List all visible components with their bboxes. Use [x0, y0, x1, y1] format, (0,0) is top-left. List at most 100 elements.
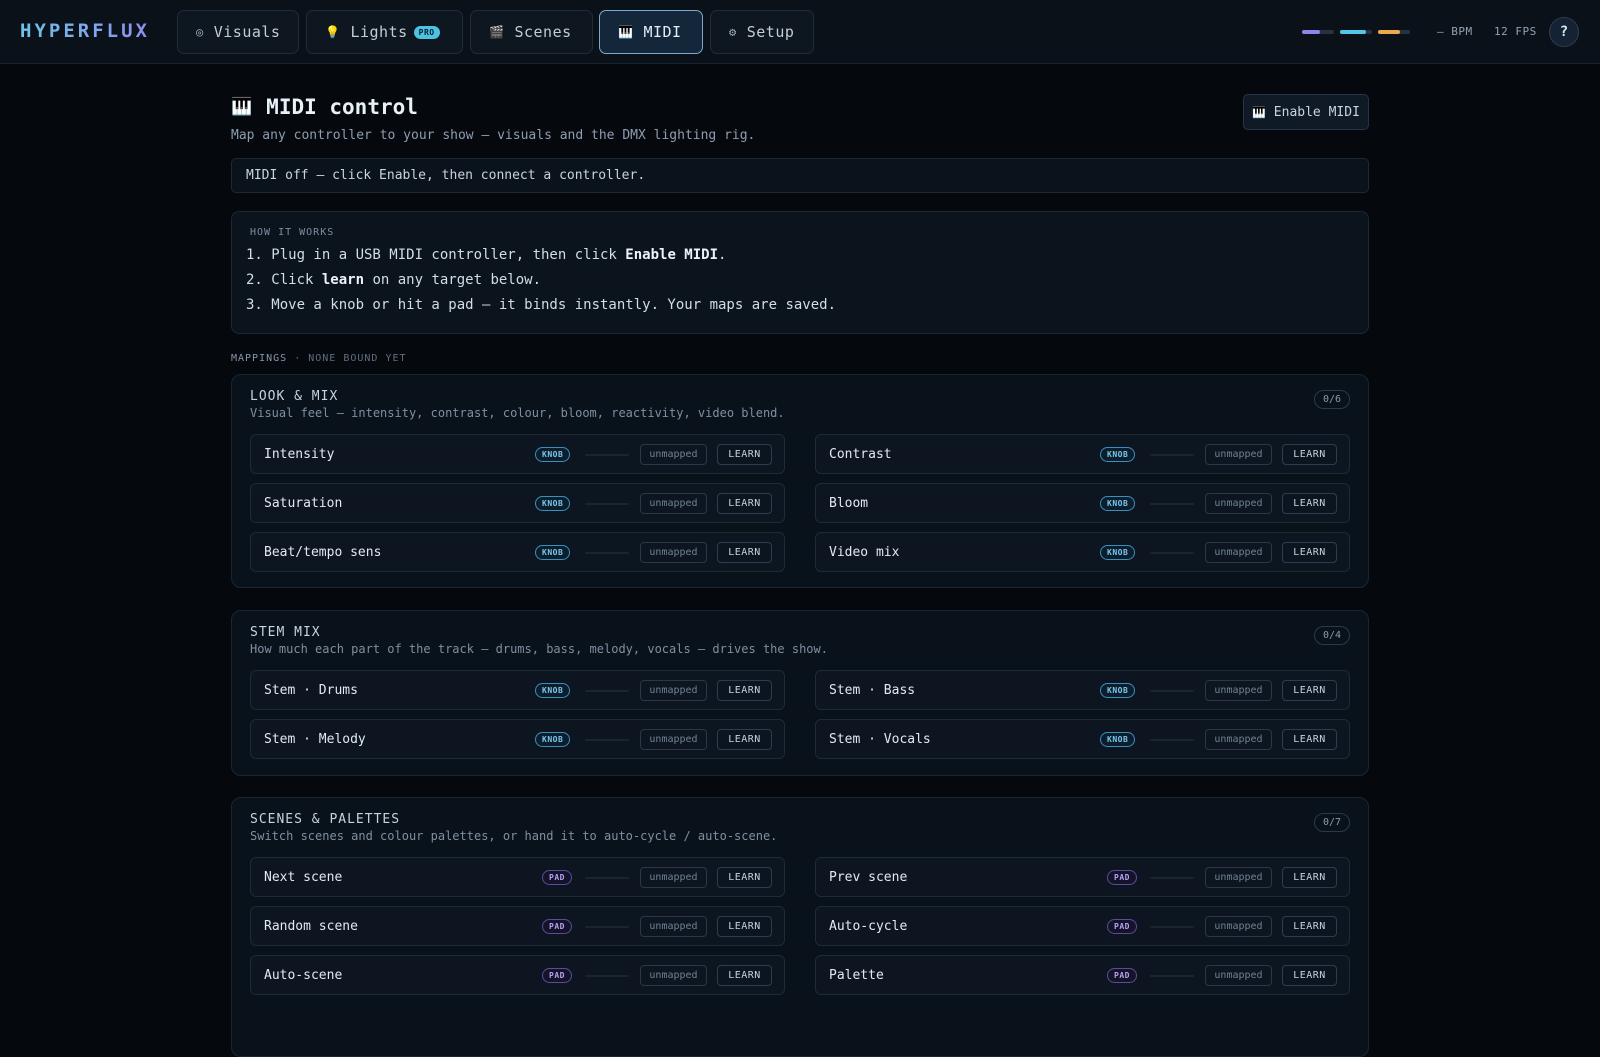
tab-lights[interactable]: 💡 Lights PRO: [306, 10, 463, 54]
mapping-level-bar: [1150, 503, 1194, 505]
mapping-status: unmapped: [1205, 493, 1272, 514]
mapping-target-label: Saturation: [264, 496, 343, 511]
mapping-status: unmapped: [1205, 680, 1272, 701]
mapping-status: unmapped: [1205, 542, 1272, 563]
mapping-target-label: Palette: [829, 968, 884, 983]
mapping-level-bar: [585, 503, 629, 505]
mapping-level-bar: [585, 552, 629, 554]
mapping-target-label: Random scene: [264, 919, 358, 934]
step-text: 1. Plug in a USB MIDI controller, then c…: [246, 247, 626, 263]
knob-type-badge: KNOB: [1100, 683, 1136, 698]
bpm-readout: — BPM: [1437, 25, 1473, 38]
app-logo: HYPERFLUX: [20, 20, 150, 42]
knob-type-badge: KNOB: [535, 496, 571, 511]
mapping-status: unmapped: [640, 493, 707, 514]
mapping-level-bar: [1150, 975, 1194, 977]
learn-button[interactable]: LEARN: [1282, 729, 1337, 750]
tab-label: Scenes: [514, 23, 572, 41]
how-step: 3. Move a knob or hit a pad — it binds i…: [246, 297, 836, 313]
knob-type-badge: KNOB: [535, 545, 571, 560]
pro-badge: PRO: [413, 25, 440, 39]
learn-button[interactable]: LEARN: [717, 542, 772, 563]
mappings-sublabel: · NONE BOUND YET: [294, 353, 407, 364]
learn-button[interactable]: LEARN: [1282, 680, 1337, 701]
learn-button[interactable]: LEARN: [717, 867, 772, 888]
learn-button[interactable]: LEARN: [717, 493, 772, 514]
mapping-level-bar: [1150, 690, 1194, 692]
page-title: 🎹 MIDI control: [231, 95, 418, 119]
level-meter: [1340, 30, 1372, 34]
mapping-status: unmapped: [640, 542, 707, 563]
level-meter: [1302, 30, 1334, 34]
step-text: .: [718, 247, 727, 263]
mapping-target-label: Stem · Melody: [264, 732, 366, 747]
mapping-group-stem-mix: STEM MIX How much each part of the track …: [231, 610, 1369, 776]
help-button[interactable]: ?: [1549, 17, 1579, 47]
tab-visuals[interactable]: ◎ Visuals: [177, 10, 299, 54]
learn-button[interactable]: LEARN: [1282, 444, 1337, 465]
tab-label: Lights: [350, 23, 408, 41]
group-count-badge: 0/7: [1313, 813, 1350, 832]
group-title: STEM MIX: [250, 625, 321, 640]
learn-button[interactable]: LEARN: [717, 729, 772, 750]
mapping-level-bar: [585, 690, 629, 692]
mapping-status: unmapped: [1205, 867, 1272, 888]
mapping-status: unmapped: [640, 965, 707, 986]
pad-type-badge: PAD: [542, 919, 572, 934]
mapping-target-label: Auto-scene: [264, 968, 343, 983]
tab-setup[interactable]: ⚙ Setup: [710, 10, 814, 54]
mapping-row: Prev scene PAD unmapped LEARN: [815, 857, 1350, 897]
mapping-status: unmapped: [1205, 916, 1272, 937]
learn-button[interactable]: LEARN: [717, 916, 772, 937]
clapperboard-icon: 🎬: [489, 25, 505, 39]
mapping-status: unmapped: [640, 916, 707, 937]
mapping-row: Video mix KNOB unmapped LEARN: [815, 532, 1350, 572]
learn-button[interactable]: LEARN: [717, 444, 772, 465]
how-step: 1. Plug in a USB MIDI controller, then c…: [246, 247, 726, 263]
pad-type-badge: PAD: [542, 870, 572, 885]
mapping-status: unmapped: [640, 867, 707, 888]
step-text: on any target below.: [364, 272, 542, 288]
mapping-row: Saturation KNOB unmapped LEARN: [250, 483, 785, 523]
mapping-level-bar: [1150, 454, 1194, 456]
step-emphasis: Enable MIDI: [625, 247, 719, 263]
mapping-target-label: Auto-cycle: [829, 919, 908, 934]
top-bar: HYPERFLUX ◎ Visuals 💡 Lights PRO 🎬 Scene…: [0, 0, 1600, 64]
enable-midi-label: Enable MIDI: [1273, 104, 1360, 120]
tab-scenes[interactable]: 🎬 Scenes: [470, 10, 593, 54]
mapping-level-bar: [1150, 926, 1194, 928]
mapping-status: unmapped: [1205, 965, 1272, 986]
mapping-target-label: Contrast: [829, 447, 892, 462]
tab-midi[interactable]: 🎹 MIDI: [599, 10, 703, 54]
learn-button[interactable]: LEARN: [1282, 965, 1337, 986]
mapping-row: Auto-cycle PAD unmapped LEARN: [815, 906, 1350, 946]
mapping-level-bar: [1150, 552, 1194, 554]
mapping-level-bar: [1150, 877, 1194, 879]
mapping-target-label: Intensity: [264, 447, 335, 462]
mapping-row: Stem · Drums KNOB unmapped LEARN: [250, 670, 785, 710]
knob-type-badge: KNOB: [535, 447, 571, 462]
learn-button[interactable]: LEARN: [1282, 916, 1337, 937]
how-step: 2. Click learn on any target below.: [246, 272, 541, 288]
mapping-status: unmapped: [640, 680, 707, 701]
learn-button[interactable]: LEARN: [717, 965, 772, 986]
enable-midi-button[interactable]: 🎹 Enable MIDI: [1243, 94, 1369, 130]
mapping-row: Stem · Bass KNOB unmapped LEARN: [815, 670, 1350, 710]
learn-button[interactable]: LEARN: [1282, 493, 1337, 514]
learn-button[interactable]: LEARN: [717, 680, 772, 701]
mapping-target-label: Stem · Bass: [829, 683, 916, 698]
mapping-status: unmapped: [1205, 444, 1272, 465]
mapping-row: Palette PAD unmapped LEARN: [815, 955, 1350, 995]
learn-button[interactable]: LEARN: [1282, 542, 1337, 563]
mapping-row: Contrast KNOB unmapped LEARN: [815, 434, 1350, 474]
step-text: 3. Move a knob or hit a pad — it binds i…: [246, 297, 837, 313]
group-count-badge: 0/6: [1313, 390, 1350, 409]
learn-button[interactable]: LEARN: [1282, 867, 1337, 888]
mapping-target-label: Stem · Drums: [264, 683, 358, 698]
mapping-target-label: Next scene: [264, 870, 343, 885]
level-meter: [1378, 30, 1410, 34]
knob-type-badge: KNOB: [535, 732, 571, 747]
mapping-status: unmapped: [640, 444, 707, 465]
mapping-row: Bloom KNOB unmapped LEARN: [815, 483, 1350, 523]
mapping-target-label: Beat/tempo sens: [264, 545, 382, 560]
